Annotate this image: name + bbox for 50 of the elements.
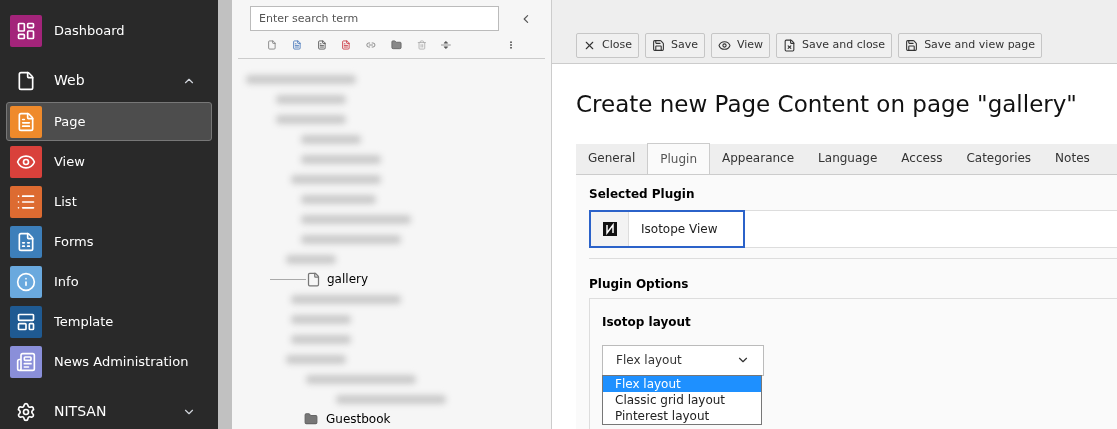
eye-icon (718, 39, 731, 52)
toolbar-button[interactable]: View (711, 33, 771, 58)
tab[interactable]: Categories (954, 142, 1044, 174)
tree-item[interactable]: Guestbook (326, 410, 391, 428)
blurred-tree-item (286, 254, 336, 264)
sidebar-item[interactable]: Forms (6, 222, 212, 261)
field-label: Isotop layout (602, 313, 692, 331)
tree-item[interactable]: gallery (327, 270, 369, 288)
tab[interactable]: Access (889, 142, 955, 174)
section-heading: Plugin Options (589, 275, 690, 293)
sidebar-item[interactable]: List (6, 182, 212, 221)
toolbar-button[interactable]: Save and view page (898, 33, 1043, 58)
folder-icon (302, 412, 320, 426)
selected-plugin-field[interactable]: Isotope View (589, 209, 745, 248)
dropdown-option[interactable]: Classic grid layout (603, 391, 761, 408)
tab[interactable]: Plugin (647, 142, 711, 174)
sidebar-item[interactable]: Template (6, 302, 212, 341)
blurred-tree-item (276, 94, 346, 104)
tab[interactable]: Appearance (710, 142, 807, 174)
page-title: Create new Page Content on page "gallery" (576, 90, 1078, 119)
blurred-tree-item (291, 334, 351, 344)
sidebar-group-label[interactable]: Web (54, 70, 182, 91)
toolbar-button[interactable]: Close (576, 33, 639, 58)
close-icon (583, 39, 596, 52)
save-icon (651, 39, 665, 52)
toolbar-button[interactable]: Save and close (776, 33, 893, 58)
dropdown-option[interactable]: Pinterest layout (603, 407, 761, 424)
sidebar-item[interactable]: Dashboard (6, 11, 212, 50)
page-icon (16, 70, 36, 91)
gear-icon (16, 401, 36, 422)
search-field[interactable]: Enter search term (250, 6, 500, 31)
layout-select[interactable]: Flex layout (602, 344, 764, 376)
sidebar-item[interactable]: Info (6, 262, 212, 301)
page-icon (306, 270, 321, 288)
sidebar-item[interactable]: View (6, 142, 212, 181)
tab[interactable]: Notes (1043, 142, 1102, 174)
blurred-tree-item (301, 134, 361, 144)
section-heading: Selected Plugin (589, 185, 696, 203)
toolbar-button[interactable]: Save (644, 33, 705, 58)
sidebar-group-label[interactable]: NITSAN (54, 401, 182, 422)
blurred-tree-item (291, 314, 351, 324)
plugin-icon (602, 221, 617, 236)
save-view-icon (905, 39, 919, 52)
tab[interactable]: General (576, 142, 648, 174)
blurred-tree-item (286, 354, 346, 364)
sidebar-item[interactable]: Page (6, 102, 212, 141)
blurred-tree-item (276, 114, 346, 124)
save-close-icon (783, 39, 797, 52)
tab[interactable]: Language (806, 142, 890, 174)
sidebar-item[interactable]: News Administration (6, 342, 212, 381)
